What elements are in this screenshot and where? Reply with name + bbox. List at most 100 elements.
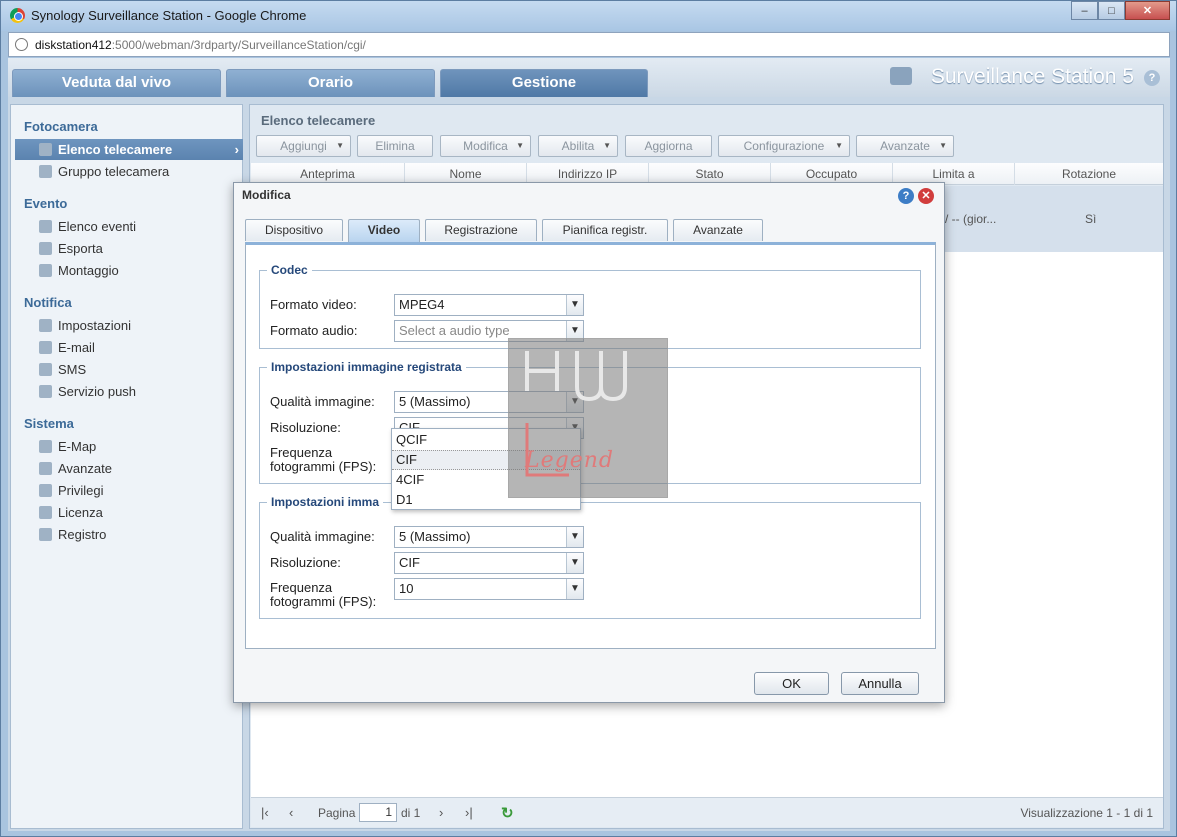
close-icon[interactable]: ✕ xyxy=(918,188,934,204)
panel-title: Elenco telecamere xyxy=(261,113,376,128)
tab-live-view[interactable]: Veduta dal vivo xyxy=(12,69,221,97)
advanced-icon xyxy=(39,462,52,475)
configuration-button[interactable]: Configurazione ▼ xyxy=(718,135,850,157)
sidebar-item-camera-group[interactable]: Gruppo telecamera xyxy=(15,161,243,182)
pager-bar: |‹ ‹ Pagina 1 di 1 › ›| ↻ Visualizzazion… xyxy=(251,797,1163,827)
users-icon xyxy=(39,484,52,497)
cell-rotation: Sì xyxy=(1085,212,1097,226)
chrome-logo-icon xyxy=(10,8,25,23)
tab-advanced[interactable]: Avanzate xyxy=(673,219,763,241)
sidebar-item-emap[interactable]: E-Map xyxy=(15,436,243,457)
tab-schedule[interactable]: Pianifica registr. xyxy=(542,219,668,241)
cell-limit: / -- (gior... xyxy=(945,212,997,226)
chevron-down-icon[interactable]: ▼ xyxy=(566,579,583,599)
chevron-right-icon: › xyxy=(234,142,239,157)
address-bar[interactable]: diskstation412:5000/webman/3rdparty/Surv… xyxy=(8,32,1170,57)
minimize-button[interactable]: ‒ xyxy=(1071,1,1098,20)
export-icon xyxy=(39,242,52,255)
montage-icon xyxy=(39,264,52,277)
refresh-icon[interactable]: ↻ xyxy=(501,804,514,822)
sidebar-item-privileges[interactable]: Privilegi xyxy=(15,480,243,501)
live-fps-select[interactable]: 10 ▼ xyxy=(394,578,584,600)
enable-button[interactable]: Abilita ▼ xyxy=(538,135,618,157)
tab-device[interactable]: Dispositivo xyxy=(245,219,343,241)
col-rotation[interactable]: Rotazione xyxy=(1015,163,1163,185)
sidebar-item-camera-list[interactable]: Elenco telecamere › xyxy=(15,139,243,160)
video-format-select[interactable]: MPEG4 ▼ xyxy=(394,294,584,316)
first-page-icon[interactable]: |‹ xyxy=(261,805,269,820)
event-list-icon xyxy=(39,220,52,233)
sidebar-section-fotocamera: Fotocamera xyxy=(24,119,98,134)
video-format-label: Formato video: xyxy=(270,297,357,312)
sidebar-section-evento: Evento xyxy=(24,196,68,211)
chevron-down-icon[interactable]: ▼ xyxy=(566,295,583,315)
recorded-legend: Impostazioni immagine registrata xyxy=(271,360,462,374)
sms-icon xyxy=(39,363,52,376)
sidebar-item-push[interactable]: Servizio push xyxy=(15,381,243,402)
sidebar-item-license[interactable]: Licenza xyxy=(15,502,243,523)
close-window-button[interactable]: ✕ xyxy=(1125,1,1170,20)
delete-button[interactable]: Elimina xyxy=(357,135,433,157)
dropdown-arrow-icon: ▼ xyxy=(336,141,344,150)
sidebar-item-export[interactable]: Esporta xyxy=(15,238,243,259)
top-tabs: Veduta dal vivo Orario Gestione Surveill… xyxy=(8,58,1170,97)
window-title: Synology Surveillance Station - Google C… xyxy=(31,8,307,23)
watermark-logo xyxy=(508,338,668,498)
recorded-fps-label-2: fotogrammi (FPS): xyxy=(270,459,377,474)
log-book-icon xyxy=(39,528,52,541)
sidebar-section-sistema: Sistema xyxy=(24,416,74,431)
camera-logo-icon xyxy=(890,67,912,85)
camera-group-icon xyxy=(39,165,52,178)
page-label: Pagina xyxy=(318,806,356,820)
sidebar-item-event-list[interactable]: Elenco eventi xyxy=(15,216,243,237)
url-text[interactable]: diskstation412:5000/webman/3rdparty/Surv… xyxy=(35,38,366,52)
page-info-icon[interactable] xyxy=(15,38,28,51)
recorded-quality-label: Qualità immagine: xyxy=(270,394,375,409)
tab-recording[interactable]: Registrazione xyxy=(425,219,537,241)
live-legend: Impostazioni imma xyxy=(271,495,380,509)
ok-button[interactable]: OK xyxy=(754,672,829,695)
sidebar-item-advanced[interactable]: Avanzate xyxy=(15,458,243,479)
tab-timeline[interactable]: Orario xyxy=(226,69,435,97)
help-icon[interactable]: ? xyxy=(1144,70,1160,86)
emap-icon xyxy=(39,440,52,453)
brand-title: Surveillance Station 5 xyxy=(930,65,1134,88)
sidebar-item-montage[interactable]: Montaggio xyxy=(15,260,243,281)
recorded-resolution-label: Risoluzione: xyxy=(270,420,341,435)
prev-page-icon[interactable]: ‹ xyxy=(289,805,293,820)
sidebar-item-log[interactable]: Registro xyxy=(15,524,243,545)
help-icon[interactable]: ? xyxy=(898,188,914,204)
camera-list-icon xyxy=(39,143,52,156)
recorded-fps-label-1: Frequenza xyxy=(270,445,333,460)
tab-video[interactable]: Video xyxy=(348,219,420,242)
next-page-icon[interactable]: › xyxy=(439,805,443,820)
sidebar: Fotocamera Elenco telecamere › Gruppo tel… xyxy=(10,104,243,829)
maximize-button[interactable]: □ xyxy=(1098,1,1125,20)
chevron-down-icon[interactable]: ▼ xyxy=(566,553,583,573)
tab-management[interactable]: Gestione xyxy=(440,69,648,97)
live-fps-label-2: fotogrammi (FPS): xyxy=(270,594,377,609)
codec-group: Codec Formato video: MPEG4 ▼ Formato audi… xyxy=(259,263,921,349)
page-input[interactable]: 1 xyxy=(359,803,397,822)
dropdown-arrow-icon: ▼ xyxy=(835,141,843,150)
live-quality-select[interactable]: 5 (Massimo) ▼ xyxy=(394,526,584,548)
display-count: Visualizzazione 1 - 1 di 1 xyxy=(1020,806,1153,820)
cancel-button[interactable]: Annulla xyxy=(841,672,919,695)
live-fps-label-1: Frequenza xyxy=(270,580,333,595)
advanced-button[interactable]: Avanzate ▼ xyxy=(856,135,954,157)
edit-button[interactable]: Modifica ▼ xyxy=(440,135,531,157)
refresh-button[interactable]: Aggiorna xyxy=(625,135,712,157)
dropdown-arrow-icon: ▼ xyxy=(939,141,947,150)
dropdown-arrow-icon: ▼ xyxy=(516,141,524,150)
sidebar-item-email[interactable]: E-mail xyxy=(15,337,243,358)
sidebar-section-notifica: Notifica xyxy=(24,295,72,310)
live-image-group: Impostazioni imma Qualità immagine: 5 (M… xyxy=(259,495,921,619)
last-page-icon[interactable]: ›| xyxy=(465,805,473,820)
live-resolution-select[interactable]: CIF ▼ xyxy=(394,552,584,574)
chevron-down-icon[interactable]: ▼ xyxy=(566,527,583,547)
sidebar-item-sms[interactable]: SMS xyxy=(15,359,243,380)
push-icon xyxy=(39,385,52,398)
codec-legend: Codec xyxy=(271,263,308,277)
sidebar-item-settings[interactable]: Impostazioni xyxy=(15,315,243,336)
add-button[interactable]: Aggiungi ▼ xyxy=(256,135,351,157)
